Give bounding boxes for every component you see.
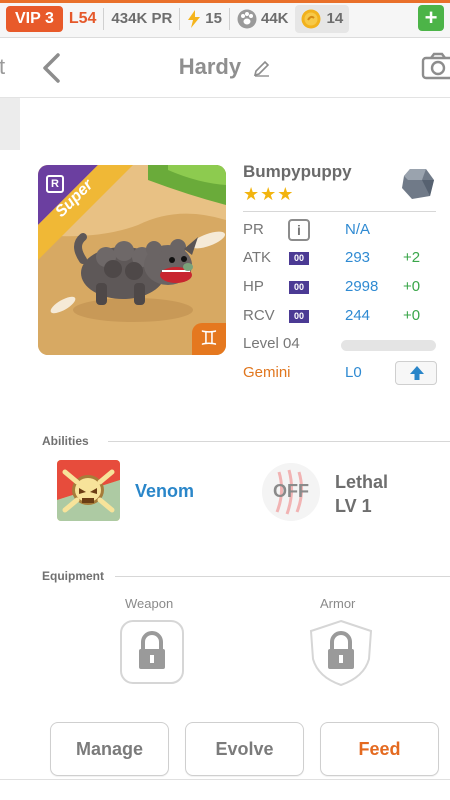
lethal-ability-level: LV 1 [335, 496, 372, 516]
stone-element-icon [402, 169, 434, 199]
lethal-ability[interactable]: Lethal LV 1 [335, 470, 388, 518]
stat-value: 293 [345, 249, 371, 266]
feed-button[interactable]: Feed [320, 722, 439, 776]
stat-tag: 00 [289, 310, 309, 323]
armor-label: Armor [320, 596, 356, 611]
zodiac-upgrade-button[interactable] [395, 361, 437, 385]
stat-bonus: +0 [403, 307, 421, 324]
pet-species-name: Bumpypuppy [243, 162, 352, 181]
lightning-icon [188, 9, 201, 28]
abilities-heading: Abilities [42, 434, 89, 448]
coin-value: 14 [326, 10, 344, 27]
zodiac-row: Gemini L0 [243, 361, 438, 386]
stat-bonus: +0 [403, 278, 421, 295]
stat-label: HP [243, 278, 264, 295]
stat-tag: 00 [289, 252, 309, 265]
stat-value: 2998 [345, 278, 379, 295]
energy-stat: 15 [187, 9, 222, 28]
divider [228, 7, 230, 30]
venom-ability-icon[interactable] [57, 460, 120, 521]
add-currency-button[interactable]: + [418, 5, 444, 31]
armor-slot-lock-icon[interactable] [308, 619, 374, 687]
status-bar: VIP 3 L54 434K PR 15 44K 14 + [0, 0, 450, 38]
page-title: Hardy [0, 54, 450, 80]
rarity-badge: R [46, 175, 64, 193]
power-rating: 434K PR [111, 10, 173, 27]
ability-state-off[interactable]: OFF [273, 481, 309, 502]
coin-stat[interactable]: 14 [294, 4, 350, 33]
level-progress-bar [341, 340, 436, 351]
divider [243, 211, 436, 212]
camera-icon[interactable] [421, 52, 450, 80]
stat-label: RCV [243, 307, 275, 324]
stat-row-hp: HP 00 2998 +0 [243, 278, 438, 300]
star-rating: ★★★ [243, 184, 295, 204]
stat-label: PR [243, 221, 264, 238]
player-level: L54 [68, 9, 97, 27]
coin-icon [301, 9, 321, 28]
header: t Hardy [0, 38, 450, 98]
venom-ability-name[interactable]: Venom [135, 481, 194, 502]
evolve-button[interactable]: Evolve [185, 722, 304, 776]
zodiac-label: Gemini [243, 364, 291, 381]
pet-nickname: Hardy [178, 54, 242, 79]
divider [108, 441, 450, 442]
edit-pencil-icon[interactable] [253, 59, 271, 77]
divider [0, 779, 450, 780]
gemini-zodiac-icon: ♊ [192, 323, 226, 355]
stat-bonus: +2 [403, 249, 421, 266]
info-icon[interactable]: i [288, 219, 310, 241]
divider [179, 7, 181, 30]
equipment-heading: Equipment [42, 569, 104, 583]
stat-tag: 00 [289, 281, 309, 294]
stat-label: ATK [243, 249, 272, 266]
food-stat: 44K [237, 9, 289, 29]
pet-portrait: R Super ♊ [38, 165, 226, 355]
side-panel-tab[interactable] [0, 98, 20, 150]
weapon-label: Weapon [125, 596, 174, 611]
paw-icon [237, 9, 257, 28]
up-arrow-icon [410, 366, 424, 380]
skull-icon [57, 460, 120, 521]
stat-value: N/A [345, 221, 371, 238]
food-value: 44K [260, 10, 289, 27]
stat-row-atk: ATK 00 293 +2 [243, 249, 438, 271]
divider [115, 576, 450, 577]
vip-badge[interactable]: VIP 3 [6, 5, 63, 32]
stat-row-rcv: RCV 00 244 +0 [243, 307, 438, 329]
divider [103, 7, 105, 30]
stat-value: 244 [345, 307, 371, 324]
zodiac-level: L0 [345, 364, 362, 381]
stat-row-pr: PR i N/A [243, 219, 438, 243]
lethal-ability-name: Lethal [335, 472, 389, 492]
energy-value: 15 [205, 10, 222, 27]
status-accent-line [0, 0, 450, 3]
level-row: Level 04 [243, 335, 438, 357]
weapon-slot-lock-icon[interactable] [119, 619, 185, 685]
level-label: Level 04 [243, 335, 300, 352]
manage-button[interactable]: Manage [50, 722, 169, 776]
